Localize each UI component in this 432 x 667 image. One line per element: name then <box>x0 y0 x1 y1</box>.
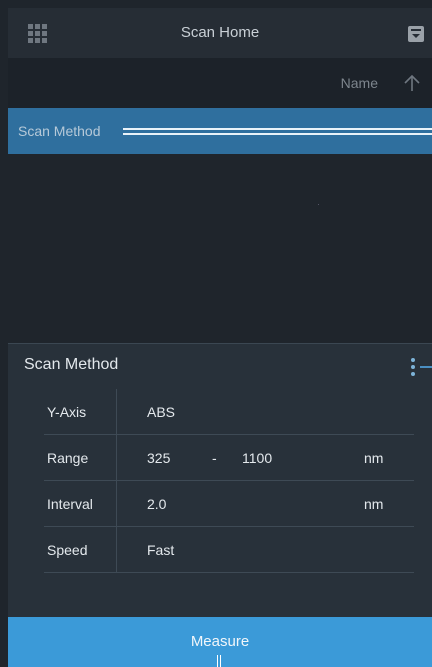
drag-indicator-line <box>123 133 432 135</box>
parameter-table: Y-Axis ABS Range 325 - 1100 nm Interval … <box>44 389 414 572</box>
drag-indicator-line <box>123 128 432 130</box>
method-detail-panel: Scan Method Y-Axis ABS Range 325 - 1100 … <box>8 343 432 618</box>
param-key: Range <box>44 434 117 481</box>
panel-title: Scan Method <box>24 356 119 373</box>
param-value: 2.0 nm <box>116 480 414 527</box>
page-title: Scan Home <box>180 24 260 41</box>
list-item-label: Scan Method <box>18 123 101 139</box>
table-row[interactable]: Y-Axis ABS <box>44 389 414 435</box>
param-key: Interval <box>44 480 117 527</box>
sort-column-label[interactable]: Name <box>341 58 378 108</box>
range-end-value: 1100 <box>242 449 273 466</box>
speed-value: Fast <box>147 541 175 558</box>
param-value: 325 - 1100 nm <box>116 434 414 481</box>
y-axis-value: ABS <box>147 403 176 420</box>
app-window: Scan Home Name Scan Method Scan Method Y… <box>0 0 432 667</box>
param-value: Fast <box>117 527 415 573</box>
method-list: Scan Method <box>8 108 432 343</box>
divider <box>44 572 414 573</box>
arrow-up-icon[interactable] <box>402 73 422 93</box>
tray-icon[interactable] <box>408 26 424 42</box>
table-row[interactable]: Speed Fast <box>44 526 415 573</box>
more-vertical-icon[interactable] <box>410 358 416 378</box>
table-row[interactable]: Interval 2.0 nm <box>44 480 414 527</box>
param-value: ABS <box>116 389 414 435</box>
param-key: Speed <box>44 526 117 572</box>
range-separator: - <box>212 449 217 466</box>
top-bar: Scan Home <box>8 8 432 58</box>
param-key: Y-Axis <box>44 389 117 435</box>
touch-indicator <box>217 655 221 667</box>
speck <box>318 204 319 205</box>
range-unit: nm <box>364 449 384 466</box>
table-row[interactable]: Range 325 - 1100 nm <box>44 434 414 481</box>
interval-unit: nm <box>364 495 384 512</box>
list-header: Name <box>8 58 432 108</box>
interval-value: 2.0 <box>147 495 167 512</box>
range-start-value: 325 <box>147 449 171 466</box>
list-item-selected[interactable]: Scan Method <box>8 108 432 154</box>
menu-indicator-line <box>420 366 432 368</box>
